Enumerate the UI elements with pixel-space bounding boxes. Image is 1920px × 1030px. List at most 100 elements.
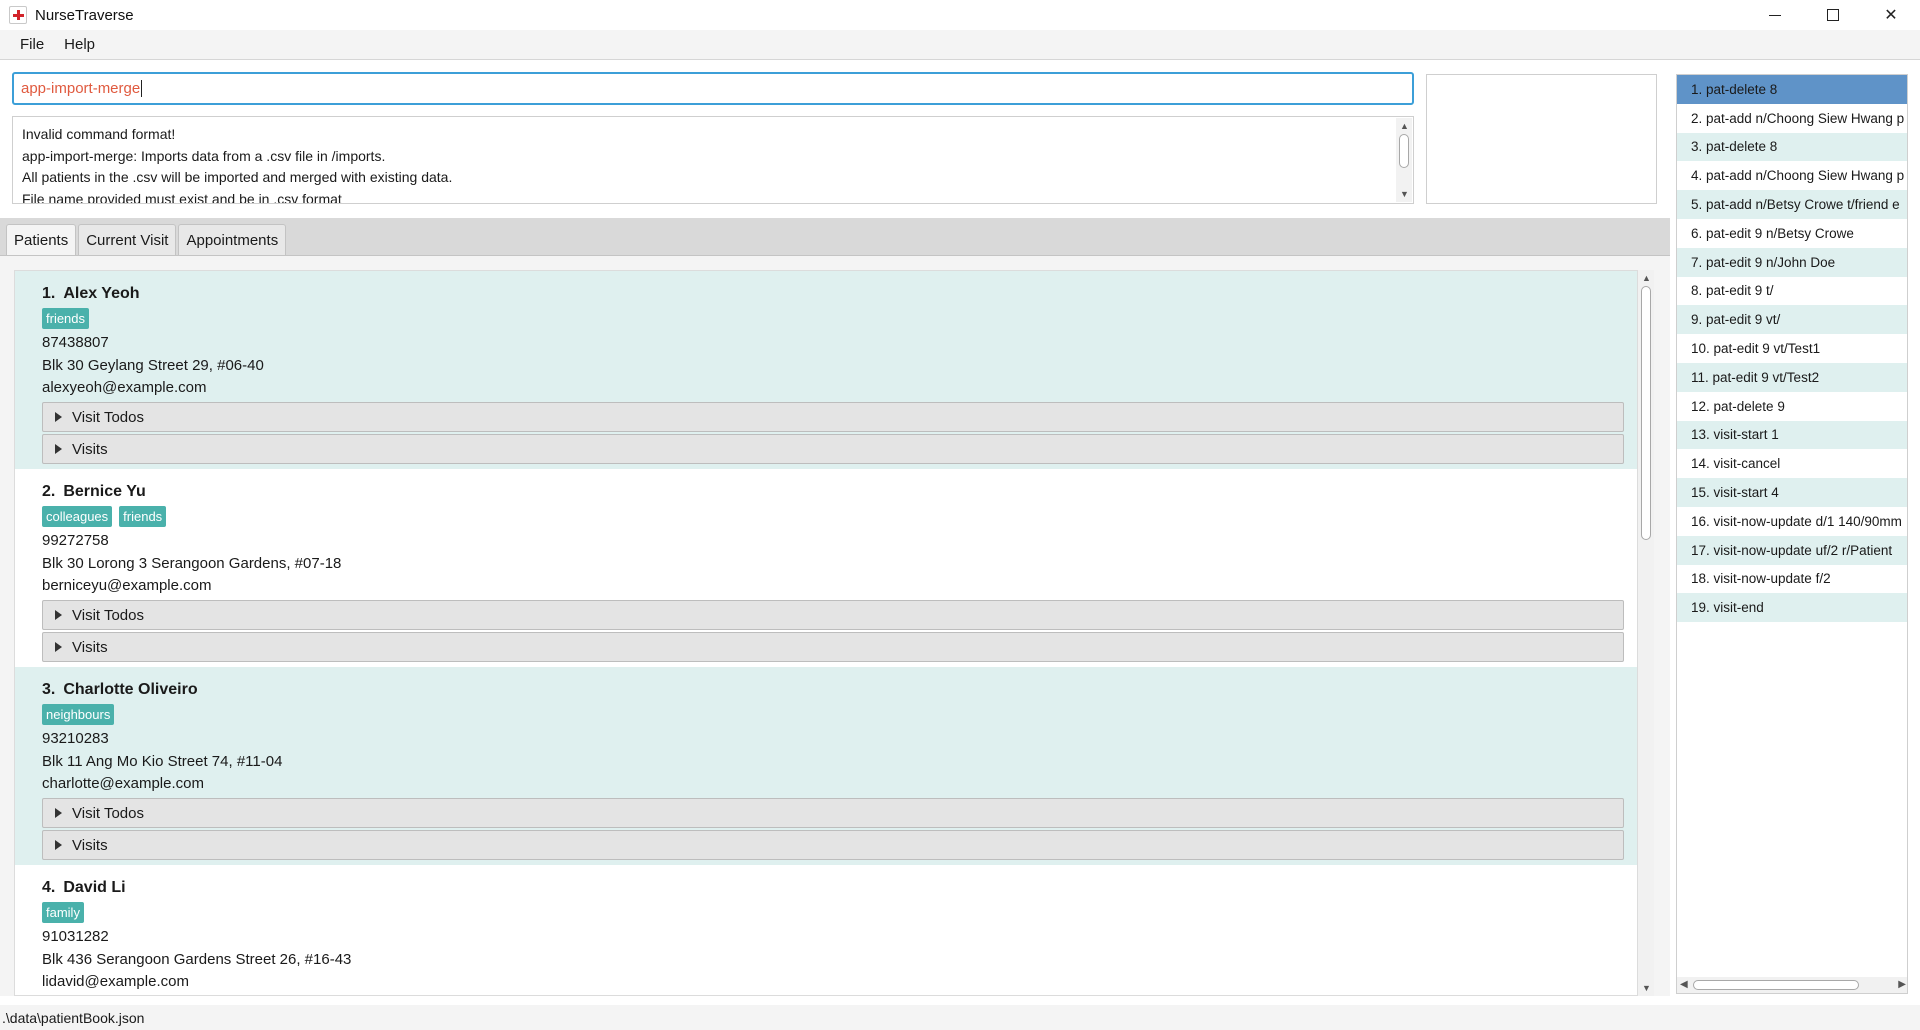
visits-expander[interactable]: Visits [42, 632, 1624, 663]
menu-help[interactable]: Help [54, 32, 105, 57]
expander-label: Visit Todos [72, 606, 144, 624]
tab-strip: Patients Current Visit Appointments [0, 218, 1670, 256]
tag-badge: colleagues [42, 506, 113, 527]
patient-name: 1. Alex Yeoh [42, 283, 1637, 304]
close-icon: ✕ [1884, 7, 1898, 24]
window-title: NurseTraverse [35, 6, 134, 24]
history-item[interactable]: 10. pat-edit 9 vt/Test1 [1677, 334, 1907, 363]
history-item[interactable]: 12. pat-delete 9 [1677, 392, 1907, 421]
scroll-up-icon[interactable]: ▲ [1400, 121, 1409, 131]
history-item[interactable]: 1. pat-delete 8 [1677, 75, 1907, 104]
history-item[interactable]: 13. visit-start 1 [1677, 420, 1907, 450]
expand-arrow-icon [55, 610, 62, 621]
history-item[interactable]: 4. pat-add n/Choong Siew Hwang p [1677, 161, 1907, 190]
minimize-button[interactable] [1746, 0, 1804, 30]
patient-list-scrollbar[interactable]: ▲ ▼ [1638, 270, 1654, 996]
history-item[interactable]: 3. pat-delete 8 [1677, 132, 1907, 162]
expander-label: Visits [72, 638, 108, 656]
patient-card[interactable]: 3. Charlotte Oliveiro neighbours 93210283… [15, 667, 1637, 865]
patient-address: Blk 436 Serangoon Gardens Street 26, #16… [42, 950, 352, 968]
patient-card[interactable]: 1. Alex Yeoh friends 87438807 Blk 30 Geyl… [15, 271, 1637, 469]
history-item[interactable]: 17. visit-now-update uf/2 r/Patient [1677, 535, 1907, 565]
visit-todos-expander[interactable]: Visit Todos [42, 600, 1624, 631]
expand-arrow-icon [55, 412, 62, 423]
scroll-up-icon[interactable]: ▲ [1642, 273, 1651, 283]
patient-index: 3. [42, 680, 56, 698]
visit-todos-expander[interactable]: Visit Todos [42, 402, 1624, 433]
tag-badge: friends [42, 308, 90, 329]
expand-arrow-icon [55, 642, 62, 653]
scroll-thumb[interactable] [1399, 134, 1409, 168]
patient-index: 2. [42, 482, 56, 500]
expand-arrow-icon [55, 808, 62, 819]
patient-name-text: Bernice Yu [63, 482, 146, 500]
side-info-panel [1426, 74, 1657, 204]
patient-name-text: David Li [63, 878, 126, 896]
text-caret [141, 80, 143, 97]
result-scrollbar[interactable]: ▲ ▼ [1396, 118, 1412, 202]
patient-name: 2. Bernice Yu [42, 481, 1637, 502]
visit-todos-expander[interactable]: Visit Todos [42, 798, 1624, 829]
tab-appointments[interactable]: Appointments [178, 224, 287, 255]
scroll-down-icon[interactable]: ▼ [1400, 189, 1409, 199]
patient-card[interactable]: 2. Bernice Yu colleagues friends 99272758… [15, 469, 1637, 667]
maximize-button[interactable] [1804, 0, 1862, 30]
patient-address: Blk 30 Geylang Street 29, #06-40 [42, 356, 264, 374]
history-item[interactable]: 7. pat-edit 9 n/John Doe [1677, 247, 1907, 277]
close-button[interactable]: ✕ [1862, 0, 1920, 30]
history-horizontal-scrollbar[interactable]: ◀ ▶ [1677, 977, 1907, 993]
history-item[interactable]: 8. pat-edit 9 t/ [1677, 277, 1907, 306]
history-item[interactable]: 11. pat-edit 9 vt/Test2 [1677, 362, 1907, 392]
tag-list: neighbours [42, 704, 1637, 725]
scroll-thumb[interactable] [1693, 980, 1859, 990]
scroll-down-icon[interactable]: ▼ [1642, 983, 1651, 993]
scroll-right-icon[interactable]: ▶ [1898, 979, 1906, 990]
result-text: Invalid command format! app-import-merge… [22, 124, 1393, 204]
patient-index: 1. [42, 284, 56, 302]
tab-current-visit[interactable]: Current Visit [78, 224, 177, 255]
tag-list: family [42, 902, 1637, 923]
result-line: File name provided must exist and be in … [22, 190, 342, 204]
visits-expander[interactable]: Visits [42, 830, 1624, 861]
expander-label: Visits [72, 836, 108, 854]
result-line: All patients in the .csv will be importe… [22, 169, 453, 185]
history-item[interactable]: 15. visit-start 4 [1677, 478, 1907, 507]
expand-arrow-icon [55, 444, 62, 455]
patient-name-text: Charlotte Oliveiro [63, 680, 198, 698]
result-line: app-import-merge: Imports data from a .c… [22, 147, 386, 164]
history-item[interactable]: 5. pat-add n/Betsy Crowe t/friend e [1677, 190, 1907, 219]
status-bar: .\data\patientBook.json [0, 1005, 1920, 1030]
history-item[interactable]: 16. visit-now-update d/1 140/90mm [1677, 507, 1907, 536]
scroll-left-icon[interactable]: ◀ [1680, 979, 1688, 990]
history-item[interactable]: 18. visit-now-update f/2 [1677, 565, 1907, 594]
patient-index: 4. [42, 878, 56, 896]
save-location-path: .\data\patientBook.json [2, 1009, 145, 1026]
history-item[interactable]: 14. visit-cancel [1677, 449, 1907, 478]
window-controls: ✕ [1746, 0, 1920, 30]
patient-name: 4. David Li [42, 877, 1637, 898]
patient-list: 1. Alex Yeoh friends 87438807 Blk 30 Geyl… [14, 270, 1638, 996]
result-display[interactable]: Invalid command format! app-import-merge… [12, 116, 1414, 204]
tab-patients[interactable]: Patients [6, 224, 77, 255]
patient-phone: 99272758 [42, 532, 109, 549]
tag-badge: friends [119, 506, 167, 527]
menu-file[interactable]: File [10, 32, 54, 57]
patient-address: Blk 11 Ang Mo Kio Street 74, #11-04 [42, 752, 283, 770]
history-item[interactable]: 9. pat-edit 9 vt/ [1677, 305, 1907, 335]
patient-card[interactable]: 4. David Li family 91031282 Blk 436 Seran… [15, 865, 1637, 995]
patient-name-text: Alex Yeoh [63, 284, 140, 302]
visits-expander[interactable]: Visits [42, 434, 1624, 465]
history-item[interactable]: 19. visit-end [1677, 593, 1907, 623]
command-input[interactable]: app-import-merge [12, 72, 1414, 105]
history-item[interactable]: 2. pat-add n/Choong Siew Hwang p [1677, 104, 1907, 133]
tag-badge: neighbours [42, 704, 115, 725]
patient-phone: 91031282 [42, 928, 109, 945]
patient-name: 3. Charlotte Oliveiro [42, 679, 1637, 700]
minimize-icon [1769, 14, 1781, 16]
history-item[interactable]: 6. pat-edit 9 n/Betsy Crowe [1677, 219, 1907, 248]
expander-label: Visit Todos [72, 408, 144, 426]
patient-email: alexyeoh@example.com [42, 379, 207, 397]
expander-label: Visits [72, 440, 108, 458]
tag-list: colleagues friends [42, 506, 1637, 527]
scroll-thumb[interactable] [1641, 286, 1651, 540]
